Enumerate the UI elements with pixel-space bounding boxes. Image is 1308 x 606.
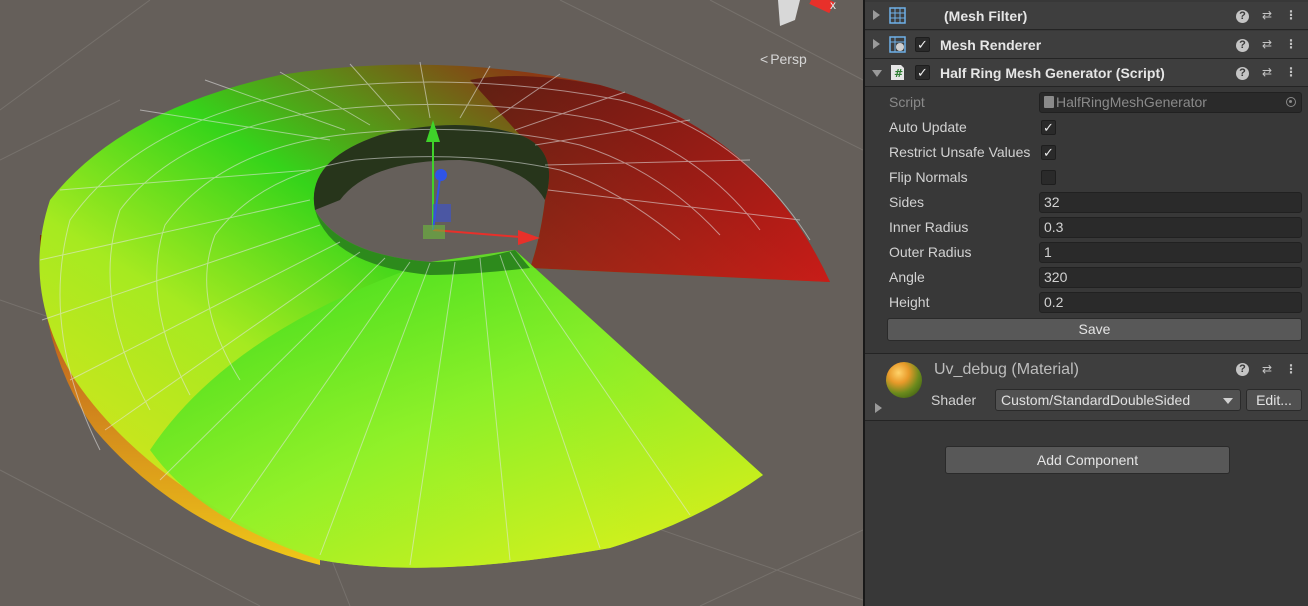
height-row: Height 0.2 [865, 291, 1308, 315]
foldout-arrow-icon[interactable] [872, 70, 882, 77]
auto-update-label: Auto Update [889, 119, 967, 135]
flip-normals-checkbox[interactable] [1041, 170, 1056, 185]
script-value: HalfRingMeshGenerator [1056, 94, 1207, 110]
inner-radius-label: Inner Radius [889, 219, 969, 235]
component-enabled-checkbox[interactable]: ✓ [915, 65, 930, 80]
sides-label: Sides [889, 194, 925, 210]
help-icon[interactable]: ? [1236, 67, 1249, 80]
help-icon[interactable]: ? [1236, 363, 1249, 376]
script-file-icon [1044, 96, 1054, 108]
save-button[interactable]: Save [887, 318, 1302, 341]
component-header-mesh-renderer[interactable]: ✓ Mesh Renderer ? ⇄ ⋮ [865, 31, 1308, 59]
orientation-gizmo[interactable]: x [778, 0, 836, 26]
mesh-filter-icon [889, 7, 906, 24]
sides-row: Sides 32 [865, 191, 1308, 215]
component-enabled-checkbox[interactable]: ✓ [915, 37, 930, 52]
edit-shader-button[interactable]: Edit... [1246, 389, 1302, 411]
scene-viewport[interactable]: x [0, 0, 863, 606]
presets-icon[interactable]: ⇄ [1260, 8, 1274, 22]
angle-label: Angle [889, 269, 925, 285]
presets-icon[interactable]: ⇄ [1260, 362, 1274, 376]
sides-input[interactable]: 32 [1039, 192, 1302, 213]
restrict-unsafe-checkbox[interactable]: ✓ [1041, 145, 1056, 160]
outer-radius-input[interactable]: 1 [1039, 242, 1302, 263]
height-input[interactable]: 0.2 [1039, 292, 1302, 313]
inspector-panel: (Mesh Filter) ? ⇄ ⋮ ✓ Mesh Renderer ? ⇄ … [865, 0, 1308, 606]
shader-dropdown[interactable]: Custom/StandardDoubleSided [995, 389, 1241, 411]
component-title: Mesh Renderer [940, 37, 1042, 53]
material-preview-sphere [886, 362, 922, 398]
object-picker-icon[interactable] [1286, 97, 1296, 107]
more-options-icon[interactable]: ⋮ [1284, 37, 1298, 51]
more-options-icon[interactable]: ⋮ [1284, 65, 1298, 79]
script-object-field[interactable]: HalfRingMeshGenerator [1039, 92, 1302, 113]
angle-row: Angle 320 [865, 266, 1308, 290]
flip-normals-label: Flip Normals [889, 169, 968, 185]
scene-view[interactable]: x < Persp [0, 0, 863, 606]
gizmo-plane-handle-xz[interactable] [423, 225, 445, 239]
outer-radius-label: Outer Radius [889, 244, 972, 260]
material-title: Uv_debug (Material) [934, 361, 1079, 378]
more-options-icon[interactable]: ⋮ [1284, 8, 1298, 22]
restrict-unsafe-row: Restrict Unsafe Values ✓ [865, 141, 1308, 165]
shader-value: Custom/StandardDoubleSided [1001, 392, 1191, 408]
projection-toggle[interactable]: < Persp [760, 51, 807, 67]
outer-radius-row: Outer Radius 1 [865, 241, 1308, 265]
orientation-x-label: x [830, 0, 836, 12]
flip-normals-row: Flip Normals [865, 166, 1308, 190]
gizmo-plane-handle[interactable] [433, 204, 451, 222]
script-icon: # [891, 65, 904, 80]
script-label: Script [889, 94, 925, 110]
component-header-half-ring-script[interactable]: # ✓ Half Ring Mesh Generator (Script) ? … [865, 59, 1308, 87]
add-component-button[interactable]: Add Component [945, 446, 1230, 474]
gizmo-z-handle[interactable] [435, 169, 447, 181]
mesh-renderer-icon [889, 36, 906, 53]
auto-update-checkbox[interactable]: ✓ [1041, 120, 1056, 135]
presets-icon[interactable]: ⇄ [1260, 65, 1274, 79]
presets-icon[interactable]: ⇄ [1260, 37, 1274, 51]
script-row: Script HalfRingMeshGenerator [865, 91, 1308, 115]
help-icon[interactable]: ? [1236, 10, 1249, 23]
chevron-left-icon: < [760, 51, 769, 67]
projection-label: Persp [770, 51, 807, 67]
component-title: Half Ring Mesh Generator (Script) [940, 65, 1165, 81]
restrict-unsafe-label: Restrict Unsafe Values [889, 144, 1031, 160]
shader-label: Shader [931, 392, 977, 408]
help-icon[interactable]: ? [1236, 39, 1249, 52]
component-title: (Mesh Filter) [944, 8, 1028, 24]
material-foldout-arrow-icon[interactable] [875, 403, 882, 413]
gizmo-x-arrow[interactable] [518, 230, 540, 245]
auto-update-row: Auto Update ✓ [865, 116, 1308, 140]
foldout-arrow-icon[interactable] [873, 39, 880, 49]
angle-input[interactable]: 320 [1039, 267, 1302, 288]
foldout-arrow-icon[interactable] [873, 10, 880, 20]
inner-radius-row: Inner Radius 0.3 [865, 216, 1308, 240]
inner-radius-input[interactable]: 0.3 [1039, 217, 1302, 238]
dropdown-caret-icon [1223, 398, 1233, 404]
more-options-icon[interactable]: ⋮ [1284, 362, 1298, 376]
component-header-mesh-filter[interactable]: (Mesh Filter) ? ⇄ ⋮ [865, 2, 1308, 30]
svg-text:#: # [894, 67, 903, 80]
height-label: Height [889, 294, 930, 310]
material-section: Uv_debug (Material) ? ⇄ ⋮ Shader Custom/… [865, 353, 1308, 421]
